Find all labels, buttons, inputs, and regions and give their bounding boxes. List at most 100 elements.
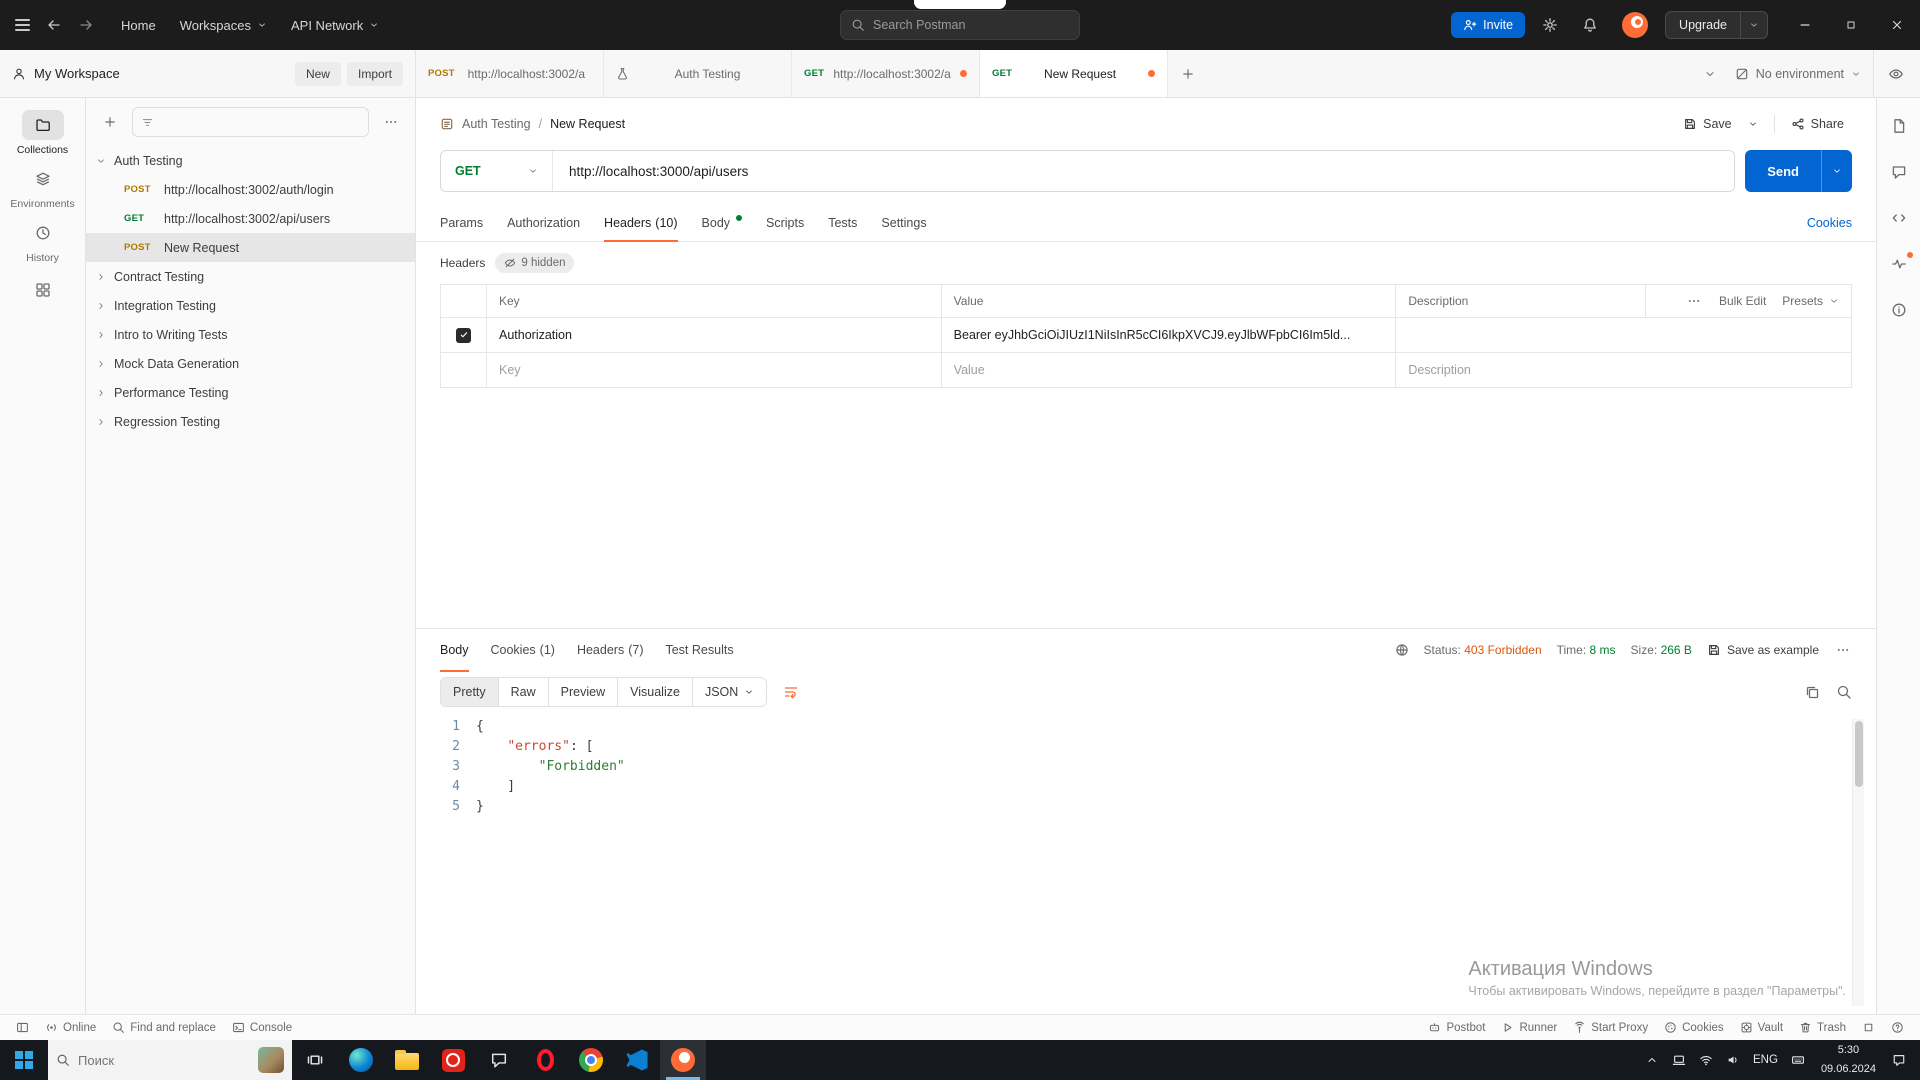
runner-button[interactable]: Runner [1493, 1018, 1565, 1037]
view-raw[interactable]: Raw [499, 678, 549, 706]
header-description-cell[interactable] [1396, 318, 1851, 352]
response-scrollbar[interactable] [1852, 719, 1864, 1006]
import-button[interactable]: Import [347, 62, 403, 86]
wrap-lines-button[interactable] [783, 684, 799, 700]
toggle-sidebar-button[interactable] [8, 1018, 37, 1037]
placeholder-value-cell[interactable]: Value [942, 353, 1397, 387]
header-row-checkbox[interactable] [456, 328, 471, 343]
rail-more-button[interactable] [35, 282, 51, 298]
tree-item-request[interactable]: GET http://localhost:3002/api/users [86, 204, 415, 233]
tree-item-auth-testing[interactable]: Auth Testing [86, 146, 415, 175]
tab-scripts[interactable]: Scripts [766, 204, 804, 241]
upgrade-button[interactable]: Upgrade [1666, 12, 1740, 38]
tab-settings[interactable]: Settings [881, 204, 926, 241]
account-button[interactable] [1615, 5, 1655, 45]
action-center-button[interactable] [1885, 1053, 1912, 1067]
tray-device-button[interactable] [1665, 1053, 1692, 1067]
response-more-button[interactable] [1834, 641, 1852, 659]
comments-button[interactable] [1889, 162, 1909, 182]
tree-item-request-selected[interactable]: POST New Request [86, 233, 415, 262]
tray-hidden-icons-button[interactable] [1638, 1054, 1665, 1066]
send-caret-button[interactable] [1821, 150, 1852, 192]
tab-body[interactable]: Body [702, 204, 743, 241]
breadcrumb-collection[interactable]: Auth Testing [462, 117, 531, 131]
format-select[interactable]: JSON [693, 678, 766, 706]
taskbar-app-mail[interactable] [476, 1040, 522, 1080]
console-button[interactable]: Console [224, 1018, 300, 1037]
tray-volume-button[interactable] [1719, 1053, 1746, 1067]
presets-button[interactable]: Presets [1782, 294, 1839, 308]
request-tab-1[interactable]: POST http://localhost:3002/a [416, 50, 604, 97]
url-input[interactable] [553, 151, 1734, 191]
start-proxy-button[interactable]: Start Proxy [1565, 1018, 1656, 1037]
response-tab-test-results[interactable]: Test Results [665, 629, 733, 671]
table-more-button[interactable] [1685, 292, 1703, 310]
method-select[interactable]: GET [441, 151, 553, 191]
tree-item-collection[interactable]: Performance Testing [86, 378, 415, 407]
tree-item-collection[interactable]: Intro to Writing Tests [86, 320, 415, 349]
view-pretty[interactable]: Pretty [441, 678, 499, 706]
two-pane-button[interactable] [1854, 1018, 1883, 1037]
window-maximize-button[interactable] [1828, 0, 1874, 50]
placeholder-key-cell[interactable]: Key [487, 353, 942, 387]
scrollbar-thumb[interactable] [1855, 721, 1863, 787]
sidebar-item-environments[interactable]: Environments [3, 164, 83, 210]
breadcrumb-request-name[interactable]: New Request [550, 117, 625, 131]
code-snippet-button[interactable] [1889, 208, 1909, 228]
save-button[interactable]: Save [1675, 111, 1740, 137]
new-button[interactable]: New [295, 62, 341, 86]
tree-item-collection[interactable]: Contract Testing [86, 262, 415, 291]
global-search[interactable]: Search Postman [840, 10, 1080, 40]
tree-item-collection[interactable]: Integration Testing [86, 291, 415, 320]
placeholder-description-cell[interactable]: Description [1396, 353, 1851, 387]
add-tab-button[interactable] [1168, 50, 1208, 97]
response-tab-headers[interactable]: Headers(7) [577, 629, 644, 671]
tab-headers[interactable]: Headers(10) [604, 204, 677, 241]
nav-forward-button[interactable] [71, 10, 101, 40]
settings-button[interactable] [1535, 10, 1565, 40]
tab-authorization[interactable]: Authorization [507, 204, 580, 241]
taskbar-app-vscode[interactable] [614, 1040, 660, 1080]
save-caret-button[interactable] [1740, 113, 1766, 135]
view-preview[interactable]: Preview [549, 678, 618, 706]
response-tab-body[interactable]: Body [440, 629, 469, 671]
header-key-cell[interactable]: Authorization [487, 318, 942, 352]
search-highlight-thumbnail[interactable] [258, 1047, 284, 1073]
keyboard-layout-button[interactable] [1785, 1053, 1812, 1067]
task-view-button[interactable] [292, 1040, 338, 1080]
collection-search-input[interactable] [160, 115, 360, 129]
trash-button[interactable]: Trash [1791, 1018, 1854, 1037]
cookies-button[interactable]: Cookies [1656, 1018, 1732, 1037]
sidebar-item-history[interactable]: History [3, 218, 83, 264]
tab-overflow-button[interactable] [1697, 61, 1723, 87]
header-value-cell[interactable]: Bearer eyJhbGciOiJIUzI1NiIsInR5cCI6IkpXV… [942, 318, 1397, 352]
taskbar-app-acrobat[interactable] [430, 1040, 476, 1080]
tree-item-request[interactable]: POST http://localhost:3002/auth/login [86, 175, 415, 204]
save-as-example-button[interactable]: Save as example [1707, 643, 1819, 657]
tab-tests[interactable]: Tests [828, 204, 857, 241]
sidebar-item-collections[interactable]: Collections [3, 110, 83, 156]
new-collection-button[interactable] [96, 108, 124, 136]
collections-more-button[interactable] [377, 108, 405, 136]
home-button[interactable]: Home [111, 11, 166, 40]
request-tab-2[interactable]: Auth Testing [604, 50, 792, 97]
copy-response-button[interactable] [1804, 684, 1820, 700]
clock-button[interactable]: 5:30 09.06.2024 [1812, 1044, 1885, 1076]
tree-item-collection[interactable]: Regression Testing [86, 407, 415, 436]
search-response-button[interactable] [1836, 684, 1852, 700]
postbot-button[interactable]: Postbot [1420, 1018, 1493, 1037]
tree-item-collection[interactable]: Mock Data Generation [86, 349, 415, 378]
taskbar-search-input[interactable] [78, 1053, 250, 1068]
cookies-link[interactable]: Cookies [1807, 216, 1852, 230]
taskbar-app-opera[interactable] [522, 1040, 568, 1080]
share-button[interactable]: Share [1783, 111, 1852, 137]
nav-back-button[interactable] [39, 10, 69, 40]
online-status[interactable]: Online [37, 1018, 104, 1037]
tray-network-button[interactable] [1692, 1053, 1719, 1067]
main-menu-button[interactable] [8, 11, 37, 39]
taskbar-app-postman-active[interactable] [660, 1040, 706, 1080]
taskbar-app-explorer[interactable] [384, 1040, 430, 1080]
find-and-replace-button[interactable]: Find and replace [104, 1018, 224, 1037]
taskbar-search-box[interactable] [48, 1040, 292, 1080]
tab-params[interactable]: Params [440, 204, 483, 241]
